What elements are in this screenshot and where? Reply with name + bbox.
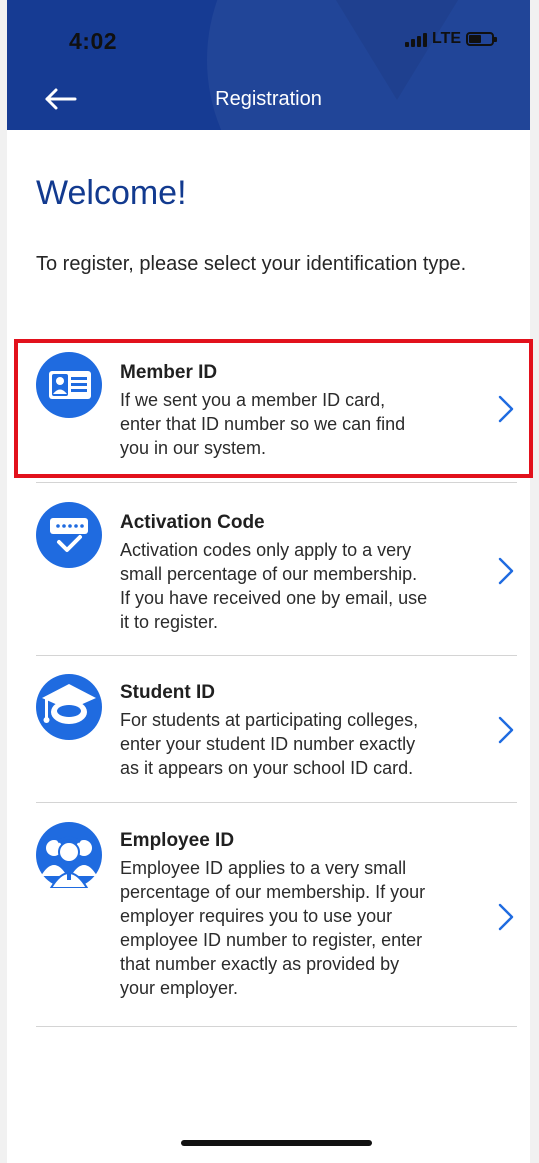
divider	[36, 482, 517, 483]
chevron-right-icon	[498, 903, 514, 931]
option-employee-id[interactable]: Employee ID Employee ID applies to a ver…	[36, 822, 517, 1012]
welcome-heading: Welcome!	[36, 174, 187, 212]
divider	[36, 1026, 517, 1027]
intro-text: To register, please select your identifi…	[36, 253, 467, 275]
divider	[36, 655, 517, 656]
option-description: Employee ID applies to a very small perc…	[120, 858, 426, 998]
option-description: For students at participating colleges, …	[120, 710, 419, 778]
network-type: LTE	[432, 30, 462, 47]
signal-icon	[405, 31, 427, 47]
option-student-id[interactable]: Student ID For students at participating…	[36, 674, 517, 788]
option-title: Activation Code	[120, 512, 265, 533]
header-decoration-triangle	[287, 0, 507, 100]
divider	[36, 802, 517, 803]
graduation-cap-icon	[36, 674, 102, 740]
page-edge-left	[0, 0, 7, 1163]
chevron-right-icon	[498, 716, 514, 744]
status-indicators: LTE	[405, 30, 498, 48]
selection-highlight	[14, 339, 533, 478]
option-activation-code[interactable]: Activation Code Activation codes only ap…	[36, 502, 517, 642]
page-edge-right	[530, 0, 539, 1163]
option-title: Employee ID	[120, 830, 235, 851]
option-title: Student ID	[120, 682, 215, 703]
option-description: Activation codes only apply to a very sm…	[120, 540, 428, 632]
battery-icon	[466, 32, 498, 46]
home-indicator[interactable]	[181, 1140, 372, 1146]
status-time: 4:02	[69, 28, 118, 54]
chevron-right-icon	[498, 557, 514, 585]
employees-icon	[36, 822, 102, 888]
page-title: Registration	[215, 88, 322, 110]
activation-code-icon	[36, 502, 102, 568]
app-header: 4:02 LTE Registration	[7, 0, 530, 130]
